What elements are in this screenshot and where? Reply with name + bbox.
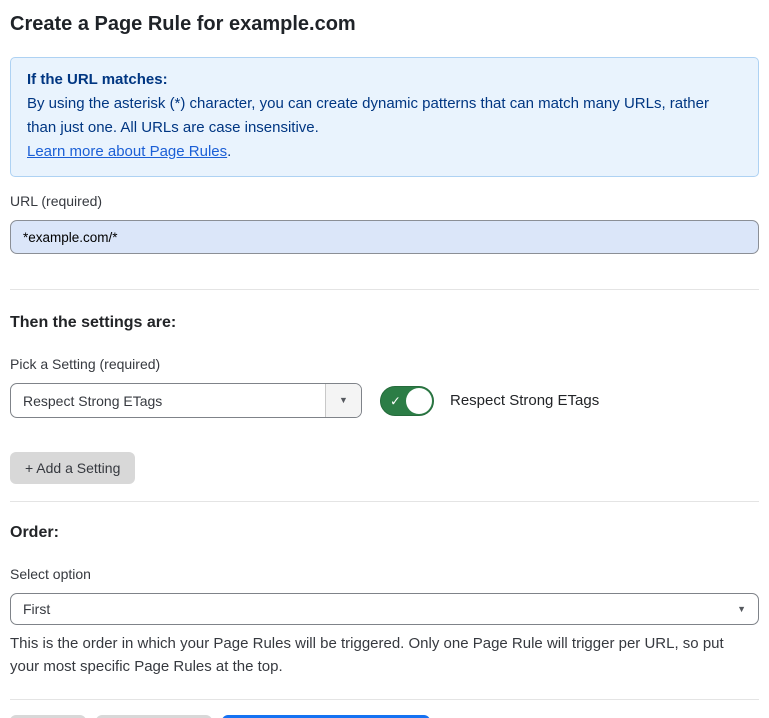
- setting-select[interactable]: Respect Strong ETags ▼: [10, 383, 362, 418]
- info-link-line: Learn more about Page Rules.: [27, 140, 742, 164]
- page-rule-form: Create a Page Rule for example.com If th…: [0, 0, 769, 718]
- pick-setting-label: Pick a Setting (required): [10, 356, 759, 373]
- chevron-down-icon: ▼: [737, 605, 746, 614]
- section-divider: [10, 289, 759, 290]
- url-field-label: URL (required): [10, 193, 759, 210]
- settings-section-heading: Then the settings are:: [10, 313, 759, 333]
- learn-more-link[interactable]: Learn more about Page Rules: [27, 143, 227, 160]
- section-divider: [10, 699, 759, 700]
- url-match-info-callout: If the URL matches: By using the asteris…: [10, 57, 759, 177]
- setting-toggle-group: ✓ Respect Strong ETags: [380, 386, 599, 416]
- order-description: This is the order in which your Page Rul…: [10, 632, 755, 678]
- section-divider: [10, 501, 759, 502]
- link-suffix: .: [227, 143, 231, 160]
- setting-row: Respect Strong ETags ▼ ✓ Respect Strong …: [10, 383, 759, 418]
- info-heading: If the URL matches:: [27, 68, 742, 92]
- page-title: Create a Page Rule for example.com: [10, 12, 759, 36]
- setting-select-arrow-button[interactable]: ▼: [325, 384, 361, 417]
- setting-select-value: Respect Strong ETags: [11, 384, 325, 417]
- chevron-down-icon: ▼: [339, 396, 348, 405]
- order-select-label: Select option: [10, 566, 759, 583]
- add-setting-button[interactable]: + Add a Setting: [10, 452, 135, 484]
- order-section-heading: Order:: [10, 523, 759, 543]
- check-icon: ✓: [390, 394, 401, 407]
- toggle-knob: [406, 388, 432, 414]
- url-input[interactable]: [10, 220, 759, 254]
- setting-toggle-label: Respect Strong ETags: [450, 392, 599, 409]
- info-body-text: By using the asterisk (*) character, you…: [27, 92, 742, 140]
- order-select-value: First: [23, 601, 737, 617]
- order-select[interactable]: First ▼: [10, 593, 759, 625]
- setting-toggle[interactable]: ✓: [380, 386, 434, 416]
